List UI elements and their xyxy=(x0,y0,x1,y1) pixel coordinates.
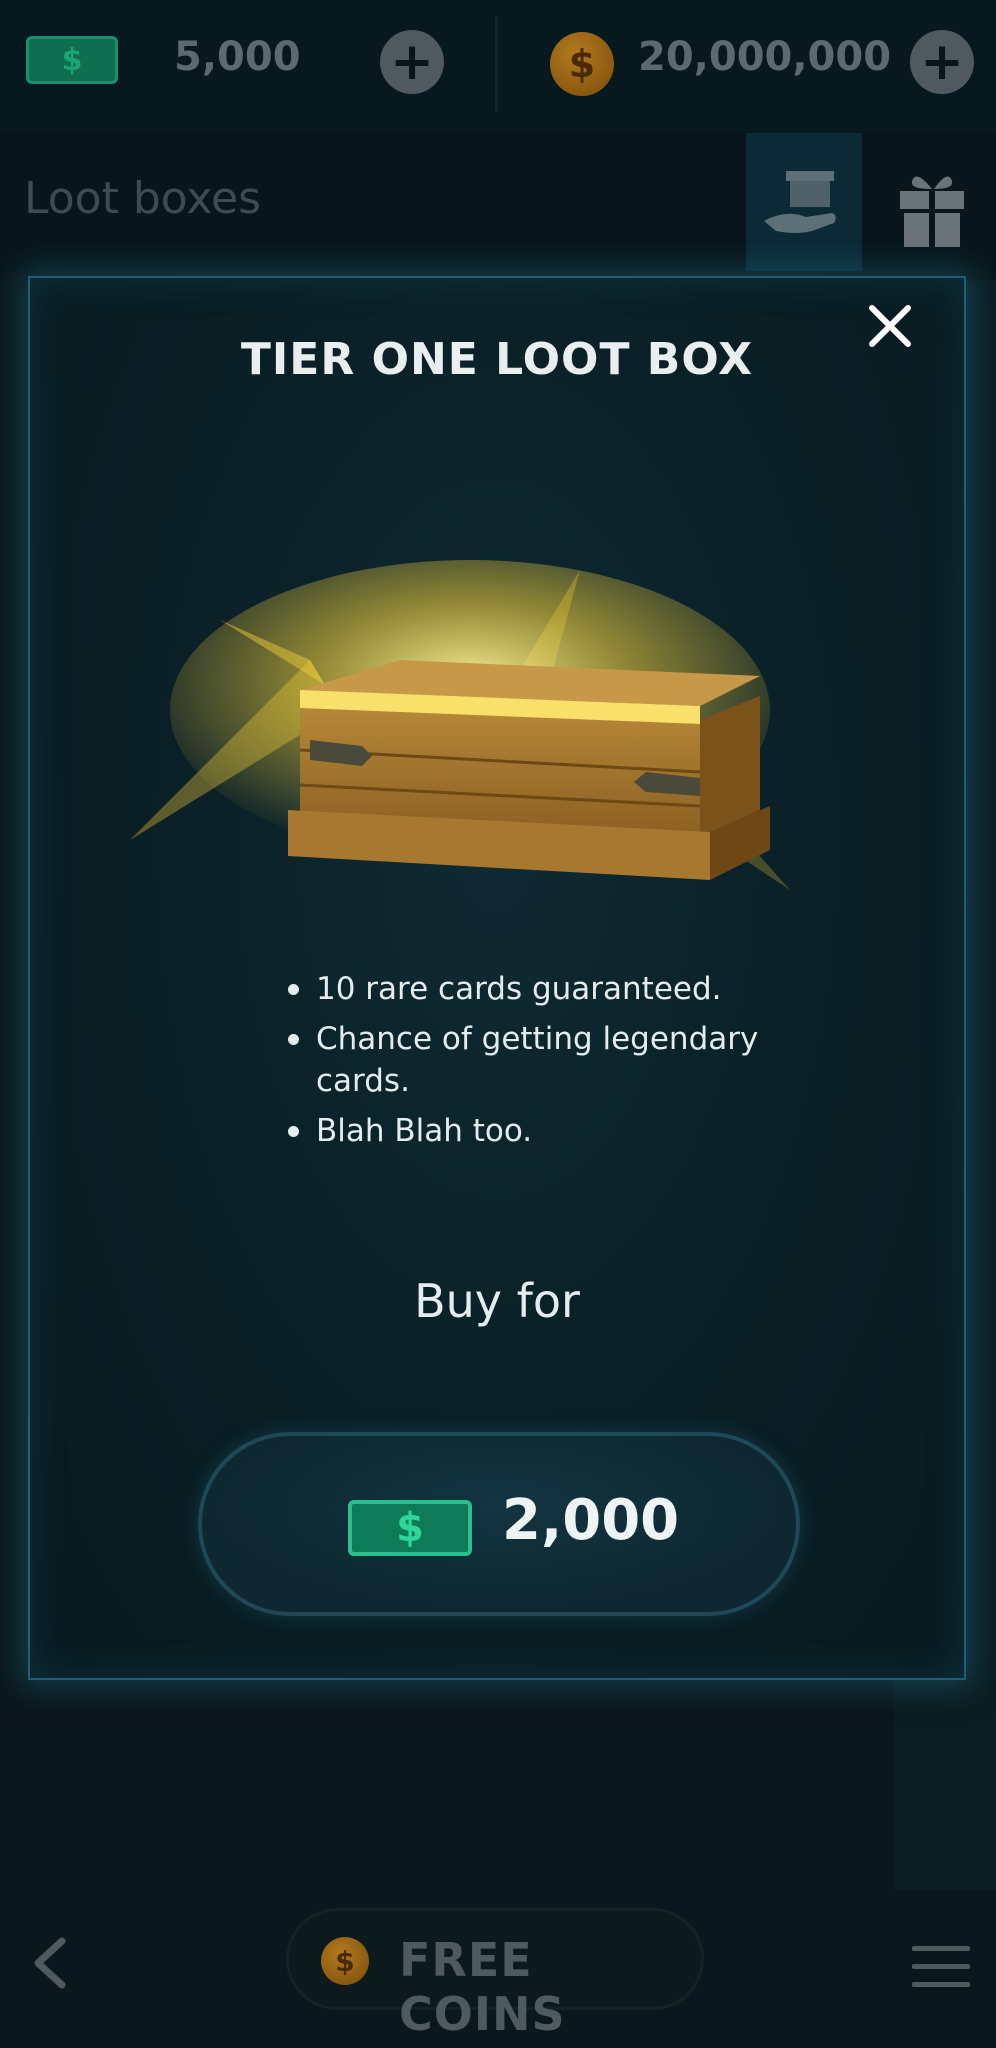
free-coins-button[interactable]: $ FREE COINS xyxy=(286,1908,704,2041)
page-header: Loot boxes xyxy=(0,133,996,271)
gift-icon xyxy=(900,176,964,247)
loot-box-modal: TIER ONE LOOT BOX 10 rare cards guarante… xyxy=(28,276,966,1680)
cash-amount: 5,000 xyxy=(174,34,301,80)
price-value: 2,000 xyxy=(502,1488,680,1553)
list-item: Blah Blah too. xyxy=(282,1110,842,1152)
currency-bar: $ 5,000 + $ 20,000,000 + xyxy=(0,0,996,132)
add-coins-button[interactable]: + xyxy=(910,30,974,94)
coin-icon: $ xyxy=(321,1937,369,1985)
coin-icon: $ xyxy=(550,32,614,96)
tab-loot-boxes[interactable] xyxy=(746,133,862,271)
back-chevron-icon[interactable] xyxy=(30,1935,70,1991)
hand-box-icon xyxy=(764,171,836,233)
list-item: 10 rare cards guaranteed. xyxy=(282,968,842,1010)
cash-icon: $ xyxy=(26,36,118,84)
free-coins-label: FREE COINS xyxy=(399,1933,566,2041)
close-icon[interactable] xyxy=(864,300,916,352)
feature-list: 10 rare cards guaranteed. Chance of gett… xyxy=(282,968,842,1160)
coins-amount: 20,000,000 xyxy=(638,34,892,80)
cash-icon: $ xyxy=(348,1500,472,1556)
buy-for-label: Buy for xyxy=(414,1274,580,1328)
tab-gifts[interactable] xyxy=(872,133,996,271)
treasure-chest-image xyxy=(130,560,790,890)
add-cash-button[interactable]: + xyxy=(380,30,444,94)
list-item: Chance of getting legendary cards. xyxy=(282,1018,842,1102)
buy-button[interactable]: $ 2,000 xyxy=(198,1432,800,1616)
page-title: Loot boxes xyxy=(24,173,261,224)
menu-icon[interactable] xyxy=(912,1946,970,1988)
modal-title: TIER ONE LOOT BOX xyxy=(240,334,754,385)
currency-divider xyxy=(495,16,498,112)
